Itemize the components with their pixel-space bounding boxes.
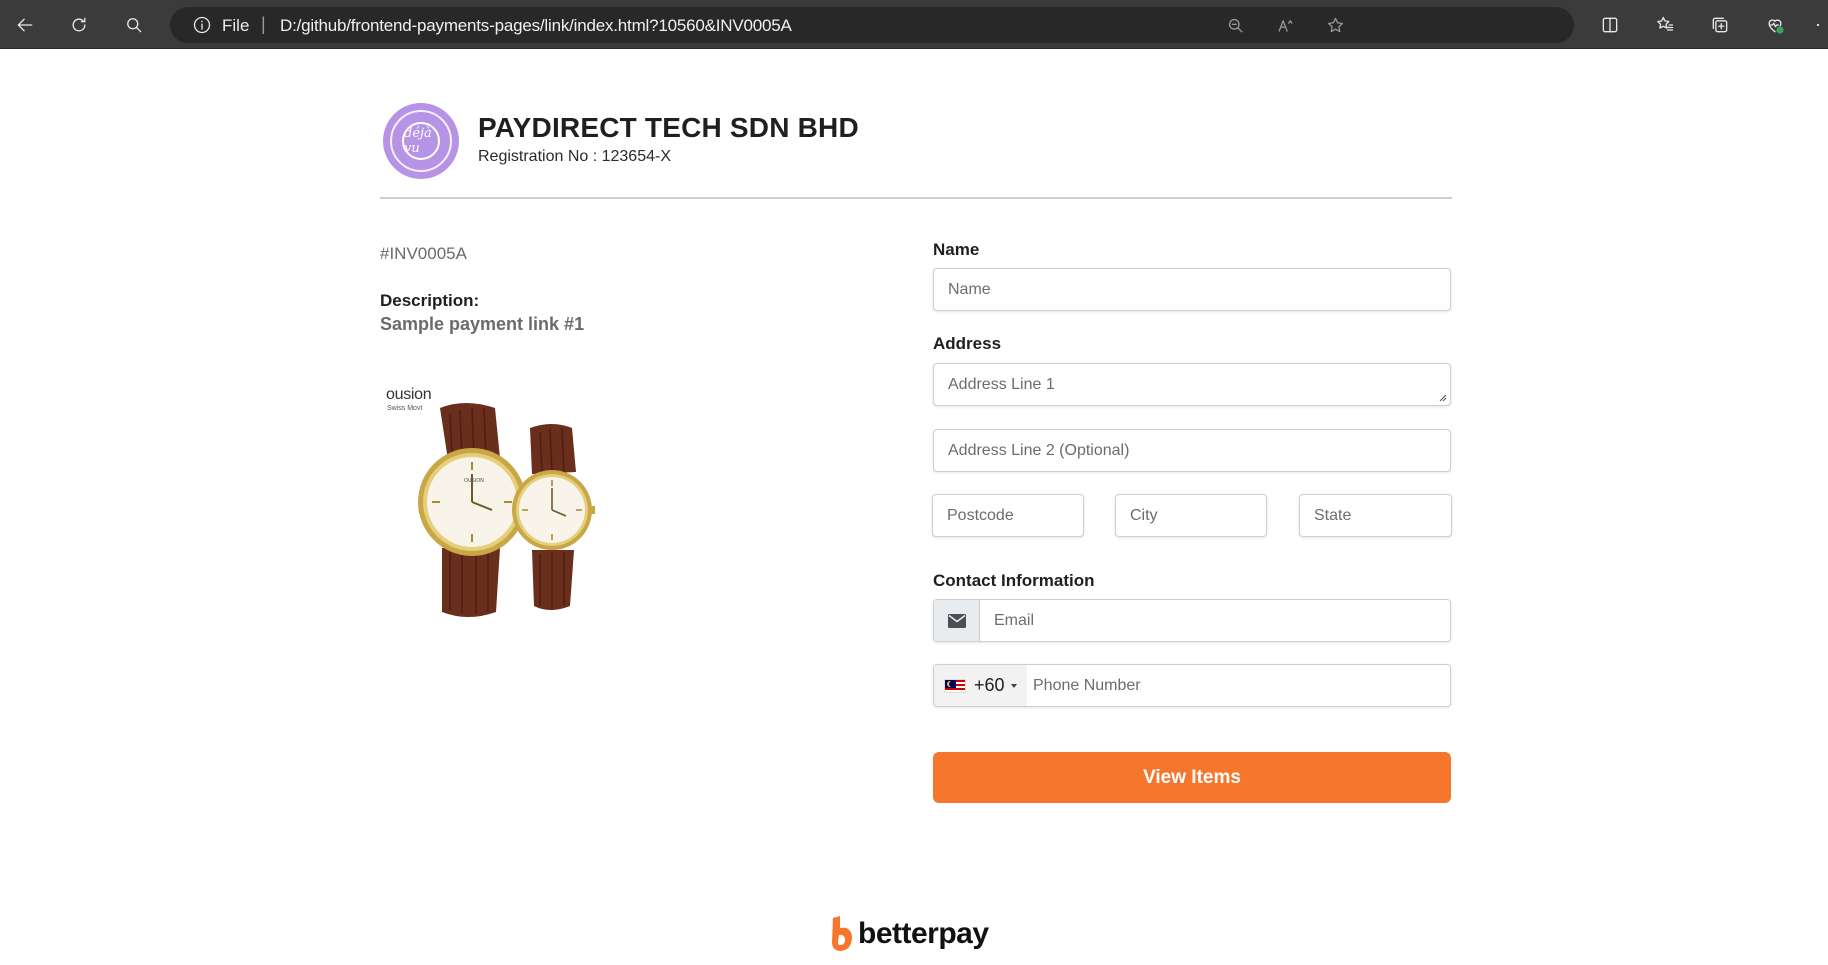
state-input[interactable] [1300,495,1451,536]
site-info-icon[interactable] [192,15,212,35]
envelope-icon [947,613,966,628]
product-brand-sub: Swiss Movt [387,405,423,412]
postcode-field[interactable] [932,494,1084,537]
merchant-header: déjà vu PAYDIRECT TECH SDN BHD Registrat… [380,100,1452,200]
description-text: Sample payment link #1 [380,314,585,334]
product-image: ousion Swiss Movt OUSION [380,380,610,630]
name-field[interactable] [933,268,1451,311]
address-line1-field[interactable] [933,363,1451,406]
read-aloud-icon[interactable] [1273,13,1297,37]
phone-field[interactable]: +60 [933,664,1451,707]
address-line2-field[interactable] [933,429,1451,472]
email-input[interactable] [934,600,1450,641]
logo-text: déjà vu [402,122,440,160]
browser-essentials-icon[interactable] [1762,12,1788,38]
browser-toolbar: File | D:/github/frontend-payments-pages… [0,0,1828,49]
merchant-name: PAYDIRECT TECH SDN BHD [478,112,859,143]
name-label: Name [933,240,980,259]
header-divider [380,197,1452,199]
more-menu-icon[interactable] [1808,12,1828,38]
collections-icon[interactable] [1707,12,1733,38]
dial-code: +60 [974,675,1005,695]
betterpay-mark-icon [832,916,852,951]
state-field[interactable] [1299,494,1452,537]
svg-text:OUSION: OUSION [464,478,484,484]
back-icon[interactable] [9,9,41,41]
watch-illustration: OUSION [418,403,595,617]
city-input[interactable] [1116,495,1266,536]
address-prefix: File [222,16,250,35]
city-field[interactable] [1115,494,1267,537]
description-label: Description: [380,291,480,310]
search-icon[interactable] [118,9,150,41]
postcode-input[interactable] [933,495,1083,536]
email-field[interactable] [933,599,1451,642]
zoom-out-icon[interactable] [1223,13,1247,37]
merchant-logo: déjà vu [383,103,459,179]
resize-handle-icon[interactable] [1438,393,1447,402]
split-screen-icon[interactable] [1597,12,1623,38]
address-label: Address [933,334,1002,353]
favorite-star-icon[interactable] [1323,13,1347,37]
address-separator: | [261,14,266,34]
view-items-button[interactable]: View Items [933,752,1451,803]
invoice-number: #INV0005A [380,244,467,263]
chevron-down-icon [1010,683,1017,688]
name-input[interactable] [934,269,1450,310]
product-brand: ousion [386,386,432,403]
address-url[interactable]: D:/github/frontend-payments-pages/link/i… [280,16,792,36]
favorites-icon[interactable] [1652,12,1678,38]
malaysia-flag-icon [944,678,966,693]
registration-number: Registration No : 123654-X [478,148,671,165]
betterpay-wordmark: betterpay [858,917,989,950]
address-bar[interactable]: File | D:/github/frontend-payments-pages… [170,7,1574,43]
address-line1-input[interactable] [934,364,1450,405]
address-line2-input[interactable] [934,430,1450,471]
email-addon [934,600,980,641]
contact-label: Contact Information [933,571,1095,590]
country-code-selector[interactable]: +60 [934,665,1027,706]
betterpay-logo: betterpay [830,914,989,954]
refresh-icon[interactable] [63,9,95,41]
